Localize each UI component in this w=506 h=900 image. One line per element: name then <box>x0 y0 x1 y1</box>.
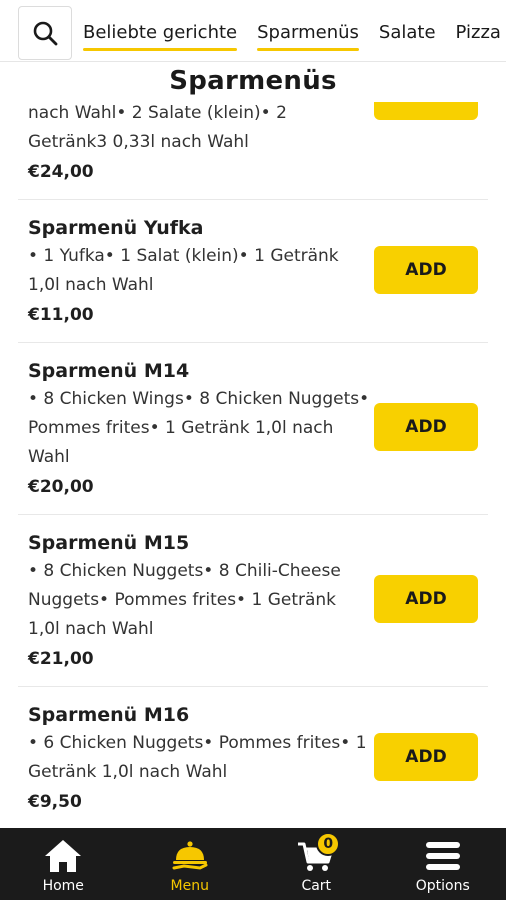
add-button[interactable]: ADD <box>374 575 478 623</box>
item-description: • 8 Chicken Nuggets• 8 Chili-Cheese Nugg… <box>28 561 341 639</box>
item-name: Sparmenü Yufka <box>28 217 204 239</box>
menu-item: Sparmenü M14 • 8 Chicken Wings• 8 Chicke… <box>18 343 488 515</box>
cloche-icon <box>170 834 210 878</box>
menu-item: Sparmenü M16 • 6 Chicken Nuggets• Pommes… <box>18 687 488 828</box>
nav-home[interactable]: Home <box>0 828 127 900</box>
add-button[interactable]: ADD <box>374 403 478 451</box>
item-description: Zutaten• 1 Nudelgericht mit Nudelsorte n… <box>28 103 287 152</box>
menu-item: Sparmenü Yufka • 1 Yufka• 1 Salat (klein… <box>18 200 488 343</box>
add-button[interactable]: ADD <box>374 102 478 120</box>
nav-options-label: Options <box>415 878 470 894</box>
search-button[interactable] <box>18 6 72 60</box>
item-price: €24,00 <box>28 162 94 182</box>
menu-lines-icon <box>423 834 463 878</box>
item-name: Sparmenü M14 <box>28 360 190 382</box>
category-tabs: Beliebte gerichte Sparmenüs Salate Pizza <box>83 0 506 61</box>
category-bar: Beliebte gerichte Sparmenüs Salate Pizza <box>0 0 506 62</box>
item-description: • 1 Yufka• 1 Salat (klein)• 1 Getränk 1,… <box>28 246 339 295</box>
cart-icon: 0 <box>296 832 341 878</box>
item-description: • 8 Chicken Wings• 8 Chicken Nuggets• Po… <box>28 389 370 467</box>
menu-item: Sparmenü M15 • 8 Chicken Nuggets• 8 Chil… <box>18 515 488 687</box>
cart-count-badge: 0 <box>316 832 341 856</box>
search-icon <box>33 21 58 46</box>
bottom-nav: Home Menu 0 Cart Options <box>0 828 506 900</box>
add-button[interactable]: ADD <box>374 246 478 294</box>
item-name: Sparmenü M16 <box>28 704 190 726</box>
menu-list[interactable]: Zutaten• 1 Nudelgericht mit Nudelsorte n… <box>0 102 506 828</box>
add-button[interactable]: ADD <box>374 733 478 781</box>
tab-sparmenues[interactable]: Sparmenüs <box>257 0 359 61</box>
nav-menu[interactable]: Menu <box>127 828 254 900</box>
menu-item: Zutaten• 1 Nudelgericht mit Nudelsorte n… <box>18 102 488 200</box>
item-price: €20,00 <box>28 477 94 497</box>
home-icon <box>43 834 83 878</box>
item-description: • 6 Chicken Nuggets• Pommes frites• 1 Ge… <box>28 733 367 782</box>
section-title: Sparmenüs <box>0 62 506 102</box>
nav-options[interactable]: Options <box>380 828 506 900</box>
nav-cart[interactable]: 0 Cart <box>253 828 380 900</box>
tab-salate[interactable]: Salate <box>379 0 436 61</box>
item-name: Sparmenü M15 <box>28 532 190 554</box>
nav-home-label: Home <box>42 878 84 894</box>
item-price: €21,00 <box>28 649 94 669</box>
tab-pizza[interactable]: Pizza <box>456 0 501 61</box>
nav-menu-label: Menu <box>170 878 209 894</box>
nav-cart-label: Cart <box>301 878 332 894</box>
item-price: €11,00 <box>28 305 94 325</box>
item-price: €9,50 <box>28 792 82 812</box>
tab-beliebte-gerichte[interactable]: Beliebte gerichte <box>83 0 238 61</box>
